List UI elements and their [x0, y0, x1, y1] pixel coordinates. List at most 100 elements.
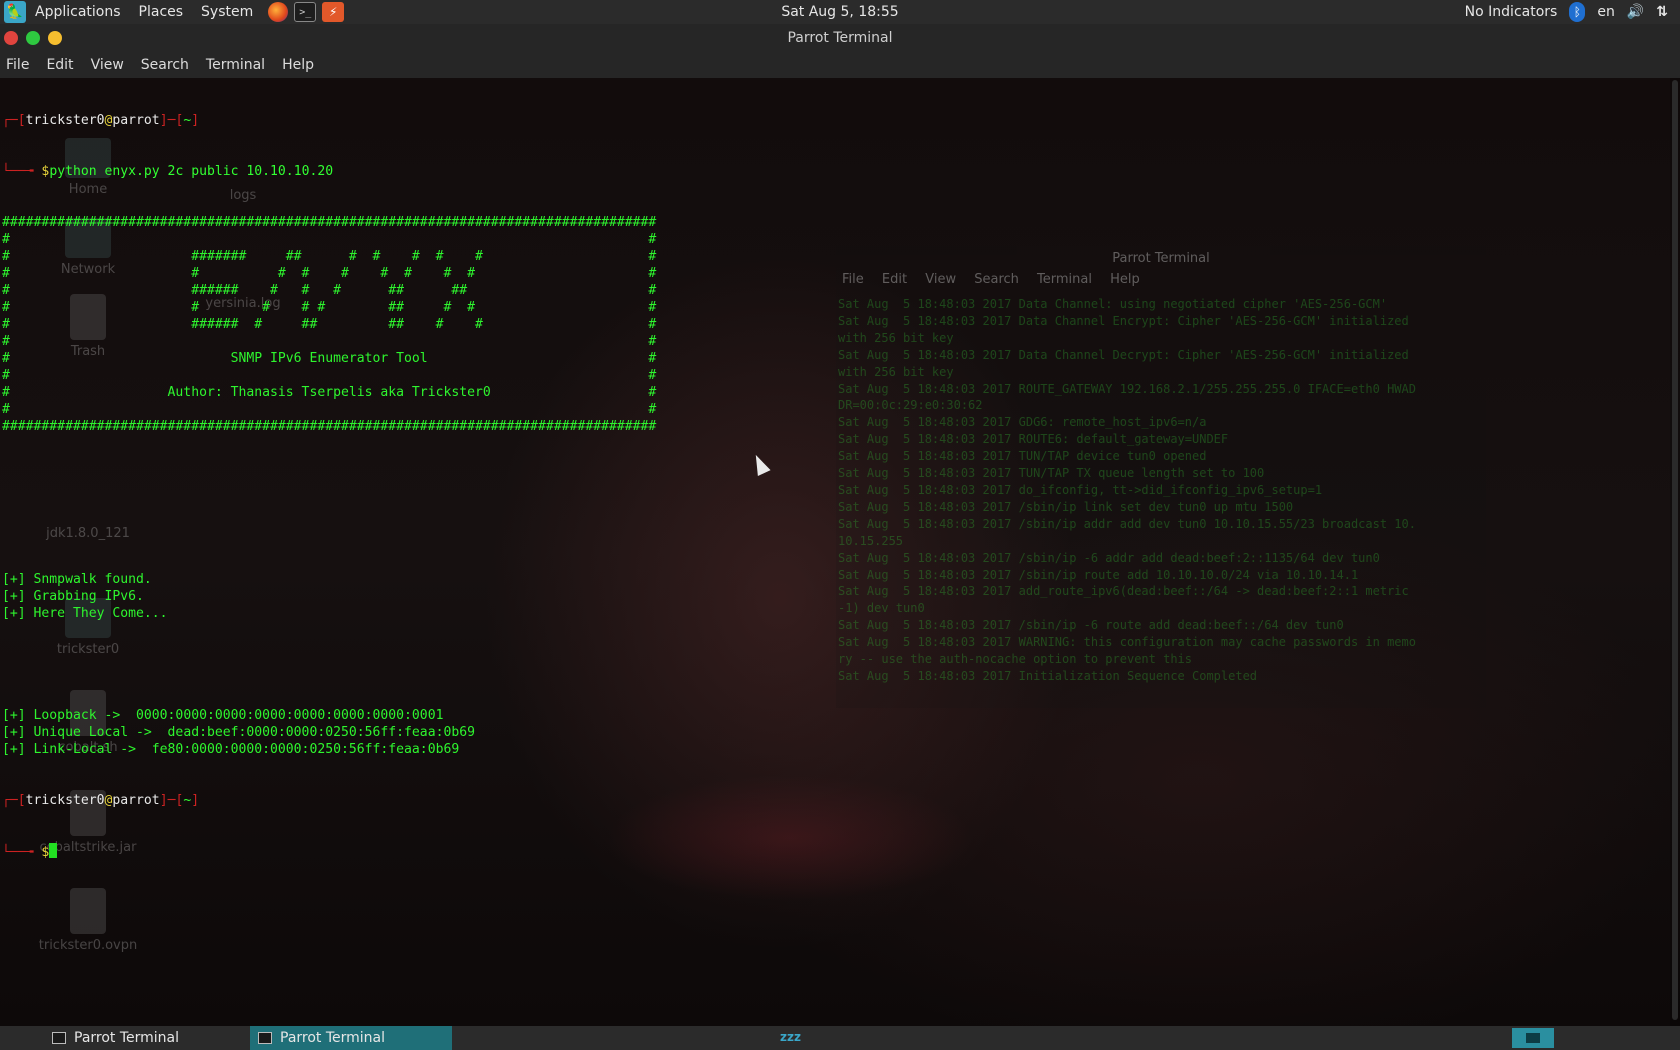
menu-system[interactable]: System: [192, 4, 262, 20]
bg-menu-view[interactable]: View: [925, 272, 956, 287]
maximize-button[interactable]: [26, 31, 40, 45]
address-label: [+] Unique Local ->: [2, 725, 168, 740]
log-line: Sat Aug 5 18:48:03 2017 Initialization S…: [838, 668, 1258, 683]
prompt-user: trickster0: [25, 793, 105, 808]
command-text: python enyx.py 2c public 10.10.10.20: [49, 164, 334, 179]
terminal-window-icon: [258, 1032, 272, 1044]
taskbar-item-terminal-1[interactable]: Parrot Terminal: [44, 1026, 246, 1050]
address-row: [+] Unique Local -> dead:beef:0000:0000:…: [2, 724, 656, 741]
prompt-line: ┌─[trickster0@parrot]─[~]: [2, 793, 200, 808]
banner-line: # #: [2, 402, 657, 417]
menu-search[interactable]: Search: [141, 57, 189, 73]
app-launcher-icon[interactable]: ⚡: [322, 2, 345, 22]
log-line: Sat Aug 5 18:48:03 2017 WARNING: this co…: [838, 635, 1416, 650]
log-line: Sat Aug 5 18:48:03 2017 /sbin/ip -6 addr…: [838, 550, 1380, 565]
log-line: ry -- use the auth-nocache option to pre…: [838, 652, 1193, 667]
log-line: Sat Aug 5 18:48:03 2017 /sbin/ip link se…: [838, 499, 1294, 514]
window-title: Parrot Terminal: [787, 30, 893, 46]
file-icon: [70, 888, 106, 934]
window-controls: [4, 31, 70, 45]
log-line: Sat Aug 5 18:48:03 2017 GDG6: remote_hos…: [838, 415, 1207, 430]
menu-applications[interactable]: Applications: [26, 4, 130, 20]
terminal-scrollbar[interactable]: [1670, 78, 1680, 1026]
log-line: -1) dev tun0: [838, 601, 925, 616]
background-terminal-window[interactable]: Parrot Terminal File Edit View Search Te…: [836, 246, 1486, 708]
bg-menu-search[interactable]: Search: [974, 272, 1019, 287]
window-titlebar[interactable]: Parrot Terminal: [0, 24, 1680, 52]
log-line: with 256 bit key: [838, 364, 954, 379]
status-messages: [+] Snmpwalk found. [+] Grabbing IPv6. [+]…: [2, 571, 656, 622]
sleep-indicator[interactable]: zzz: [780, 1030, 801, 1044]
menu-help[interactable]: Help: [282, 57, 314, 73]
terminal-area[interactable]: Home logs Network yersinia.log Trash jdk…: [0, 78, 1680, 1026]
indicators-label[interactable]: No Indicators: [1465, 4, 1558, 20]
log-line: Sat Aug 5 18:48:03 2017 ROUTE_GATEWAY 19…: [838, 381, 1416, 396]
menu-edit[interactable]: Edit: [46, 57, 73, 73]
desktop-icon-ovpn[interactable]: trickster0.ovpn: [23, 888, 153, 953]
network-icon[interactable]: ⇅: [1656, 4, 1668, 20]
bottom-taskbar: Parrot Terminal Parrot Terminal zzz: [0, 1026, 1680, 1050]
bg-menu-terminal[interactable]: Terminal: [1037, 272, 1092, 287]
firefox-launcher-icon[interactable]: [268, 2, 289, 22]
keyboard-layout[interactable]: en: [1597, 4, 1615, 20]
banner-line: # ####### ## # # # # # #: [2, 249, 657, 264]
command-line: └──╼ $python enyx.py 2c public 10.10.10.…: [2, 164, 334, 179]
log-line: Sat Aug 5 18:48:03 2017 TUN/TAP device t…: [838, 449, 1207, 464]
banner-line: # ###### # ## ## # # #: [2, 317, 657, 332]
banner-line: # #: [2, 334, 657, 349]
banner-line: # ###### # # # ## ## #: [2, 283, 657, 298]
tool-banner: ########################################…: [2, 214, 656, 435]
address-label: [+] Link-Local ->: [2, 742, 152, 757]
workspace-1[interactable]: [1526, 1033, 1540, 1043]
top-panel: 🦜 Applications Places System >_ ⚡ Sat Au…: [0, 0, 1680, 24]
menu-terminal[interactable]: Terminal: [206, 57, 265, 73]
banner-line: ########################################…: [2, 215, 657, 230]
background-terminal-menubar: File Edit View Search Terminal Help: [836, 272, 1486, 296]
log-line: Sat Aug 5 18:48:03 2017 TUN/TAP TX queue…: [838, 466, 1265, 481]
minimize-button[interactable]: [48, 31, 62, 45]
address-row: [+] Link-Local -> fe80:0000:0000:0000:02…: [2, 741, 656, 758]
mouse-pointer-icon: [749, 451, 771, 477]
log-line: Sat Aug 5 18:48:03 2017 /sbin/ip route a…: [838, 567, 1359, 582]
menu-view[interactable]: View: [91, 57, 124, 73]
close-button[interactable]: [4, 31, 18, 45]
bluetooth-icon[interactable]: ᛒ: [1569, 2, 1586, 22]
volume-icon[interactable]: 🔊: [1627, 4, 1644, 20]
address-label: [+] Loopback ->: [2, 708, 137, 723]
log-line: Sat Aug 5 18:48:03 2017 do_ifconfig, tt-…: [838, 482, 1323, 497]
scrollbar-thumb[interactable]: [1672, 80, 1678, 1020]
bg-menu-file[interactable]: File: [842, 272, 864, 287]
bg-menu-edit[interactable]: Edit: [882, 272, 907, 287]
banner-line: ########################################…: [2, 419, 657, 434]
banner-line: # Author: Thanasis Tserpelis aka Trickst…: [2, 385, 657, 400]
taskbar-item-label: Parrot Terminal: [74, 1030, 180, 1046]
log-line: Sat Aug 5 18:48:03 2017 /sbin/ip addr ad…: [838, 516, 1416, 531]
clock[interactable]: Sat Aug 5, 18:55: [781, 4, 898, 20]
address-value: 0000:0000:0000:0000:0000:0000:0000:0001: [136, 708, 444, 723]
terminal-output: ┌─[trickster0@parrot]─[~] └──╼ $python e…: [2, 78, 656, 894]
bg-menu-help[interactable]: Help: [1110, 272, 1140, 287]
terminal-window-icon: [52, 1032, 66, 1044]
workspace-switcher[interactable]: [1512, 1028, 1554, 1048]
terminal-launcher-icon[interactable]: >_: [294, 2, 317, 22]
background-terminal-log: Sat Aug 5 18:48:03 2017 Data Channel: us…: [836, 296, 1486, 685]
background-terminal-title: Parrot Terminal: [1112, 251, 1210, 266]
banner-line: # # # # # ## # # #: [2, 300, 657, 315]
menu-file[interactable]: File: [6, 57, 29, 73]
status-line: [+] Snmpwalk found.: [2, 572, 152, 587]
status-line: [+] Here They Come...: [2, 606, 168, 621]
log-line: Sat Aug 5 18:48:03 2017 add_route_ipv6(d…: [838, 584, 1409, 599]
parrot-logo-icon[interactable]: 🦜: [4, 1, 26, 23]
prompt-line: ┌─[trickster0@parrot]─[~]: [2, 113, 200, 128]
menu-places[interactable]: Places: [130, 4, 193, 20]
log-line: 10.15.255: [838, 533, 904, 548]
address-value: dead:beef:0000:0000:0250:56ff:feaa:0b69: [167, 725, 475, 740]
banner-line: # SNMP IPv6 Enumerator Tool #: [2, 351, 657, 366]
prompt-user: trickster0: [25, 113, 105, 128]
taskbar-item-label: Parrot Terminal: [280, 1030, 386, 1046]
taskbar-item-terminal-2[interactable]: Parrot Terminal: [250, 1026, 452, 1050]
input-line[interactable]: └──╼ $: [2, 843, 656, 860]
text-cursor: [49, 843, 58, 858]
banner-line: # # # # # # # # # #: [2, 266, 657, 281]
log-line: with 256 bit key: [838, 330, 954, 345]
